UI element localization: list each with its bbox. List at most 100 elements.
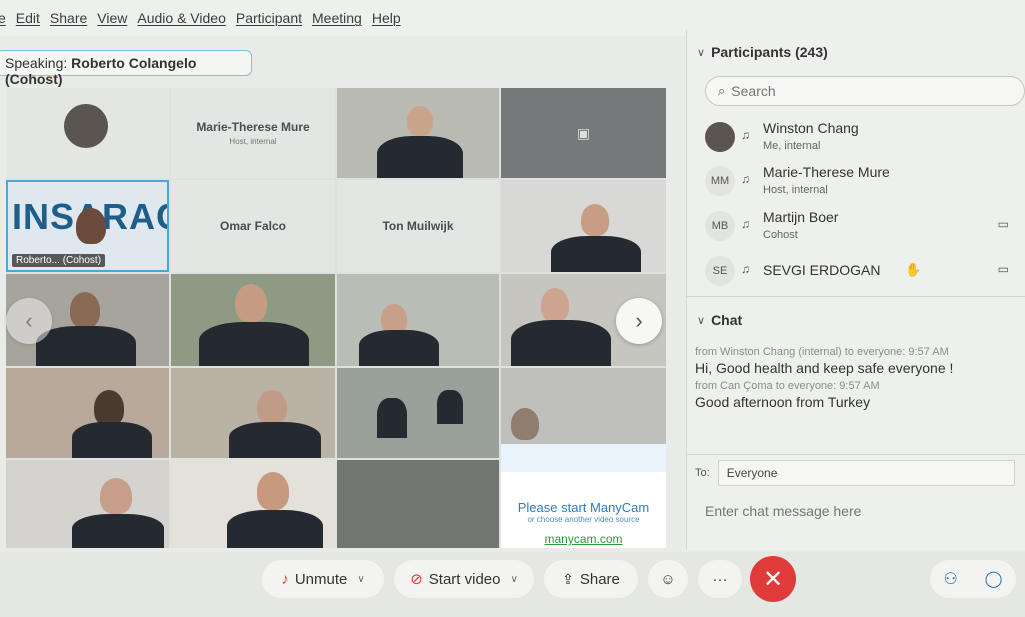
participant-name: Martijn Boer xyxy=(763,209,839,225)
smiley-icon: ☺ xyxy=(660,570,676,588)
search-input[interactable] xyxy=(731,83,992,99)
participant-search[interactable]: ⌕ xyxy=(705,76,1025,106)
video-tile-classroom[interactable] xyxy=(337,368,499,458)
participants-icon[interactable]: ⚇ xyxy=(943,569,957,589)
avatar xyxy=(64,104,108,148)
participant-name: SEVGI ERDOGAN xyxy=(763,262,881,278)
person-body xyxy=(199,322,309,366)
participant-row-winston[interactable]: ♫ Winston Chang Me, internal xyxy=(705,118,1025,162)
participant-row-martijn[interactable]: MB ♫ Martijn Boer Cohost ▭ xyxy=(705,207,1025,251)
divider xyxy=(687,454,1025,455)
to-label: To: xyxy=(695,467,710,479)
chat-recipient: To: Everyone xyxy=(695,460,1015,486)
participant-name: Winston Chang xyxy=(763,120,859,136)
video-tile-headset[interactable] xyxy=(337,274,499,366)
manycam-subtitle: or choose another video source xyxy=(527,515,640,524)
more-options-button[interactable]: ··· xyxy=(698,560,742,598)
person-body xyxy=(359,330,439,366)
prev-page-button[interactable]: ‹ xyxy=(6,298,52,344)
manycam-title: Please start ManyCam xyxy=(517,500,650,515)
start-video-label: Start video xyxy=(428,570,501,588)
video-tile-martijn[interactable] xyxy=(501,180,666,272)
person-head xyxy=(70,292,100,328)
video-tile-ton[interactable]: Ton Muilwijk xyxy=(337,180,499,272)
video-tile-manycam[interactable]: Please start ManyCam or choose another v… xyxy=(501,460,666,548)
person-head xyxy=(235,284,267,322)
person-body xyxy=(511,320,611,366)
person-head xyxy=(100,478,132,514)
recipient-select[interactable]: Everyone xyxy=(717,460,1015,486)
video-off-icon: ⊘ xyxy=(410,571,423,588)
person-head xyxy=(511,408,539,440)
video-tile-woman[interactable] xyxy=(6,368,169,458)
participant-row-marie[interactable]: MM ♫ Marie-Therese Mure Host, internal xyxy=(705,162,1025,206)
person-body xyxy=(377,136,463,178)
microphone-icon: ♫ xyxy=(741,217,750,231)
participants-header[interactable]: ∨ Participants (243) xyxy=(697,44,828,60)
participant-role: Me, internal xyxy=(763,140,821,152)
tile-role: Host, internal xyxy=(229,137,277,146)
person-body xyxy=(36,326,136,366)
participant-name: Marie-Therese Mure xyxy=(763,164,890,180)
video-tile-marie[interactable]: Marie-Therese Mure Host, internal xyxy=(171,88,335,178)
avatar: SE xyxy=(705,256,735,286)
person-head xyxy=(76,208,106,244)
video-tile-roberto[interactable]: INSARAG Roberto... (Cohost) xyxy=(6,180,169,272)
share-button[interactable]: ⇪ Share xyxy=(544,560,638,598)
chevron-left-icon: ‹ xyxy=(25,308,33,333)
chevron-down-icon[interactable]: ∨ xyxy=(357,574,364,585)
person-head xyxy=(407,106,433,136)
next-page-button[interactable]: › xyxy=(616,298,662,344)
menu-item-file[interactable]: e xyxy=(0,10,6,26)
person-body xyxy=(551,236,641,272)
menu-item-share[interactable]: Share xyxy=(50,10,87,26)
video-tile-winston[interactable] xyxy=(6,88,169,178)
speaking-indicator: Speaking: Roberto Colangelo (Cohost) xyxy=(0,50,252,87)
video-tile-omar[interactable]: Omar Falco xyxy=(171,180,335,272)
video-tile-gray-hair[interactable] xyxy=(171,368,335,458)
menu-item-audio-video[interactable]: Audio & Video xyxy=(137,10,225,26)
unmute-label: Unmute xyxy=(294,570,348,588)
panel-toggles: ⚇ ◯ xyxy=(930,560,1016,598)
unmute-button[interactable]: ♪ Unmute ∨ xyxy=(262,560,384,598)
search-icon: ⌕ xyxy=(718,83,726,98)
microphone-icon: ♫ xyxy=(741,262,750,276)
person-body xyxy=(72,422,152,458)
menu-item-participant[interactable]: Participant xyxy=(236,10,302,26)
menu-item-meeting[interactable]: Meeting xyxy=(312,10,362,26)
chat-header[interactable]: ∨ Chat xyxy=(697,312,742,328)
chat-input[interactable] xyxy=(705,500,1015,522)
person-body xyxy=(72,514,164,548)
participant-role: Cohost xyxy=(763,229,798,241)
start-video-button[interactable]: ⊘ Start video ∨ xyxy=(394,560,534,598)
menu-item-help[interactable]: Help xyxy=(372,10,401,26)
share-icon: ⇪ xyxy=(562,570,574,587)
avatar: MM xyxy=(705,166,735,196)
meeting-toolbar: ♪ Unmute ∨ ⊘ Start video ∨ ⇪ Share ☺ ···… xyxy=(0,552,1025,617)
close-icon: ✕ xyxy=(762,565,784,593)
video-tile-bald[interactable] xyxy=(6,460,169,548)
end-meeting-button[interactable]: ✕ xyxy=(750,556,796,602)
video-tile-young-man[interactable] xyxy=(171,460,335,548)
video-tile-blank[interactable] xyxy=(337,460,499,548)
reactions-button[interactable]: ☺ xyxy=(648,560,688,598)
chevron-down-icon[interactable]: ∨ xyxy=(510,574,517,585)
microphone-icon: ♫ xyxy=(741,172,750,186)
menu-item-view[interactable]: View xyxy=(97,10,127,26)
avatar: MB xyxy=(705,211,735,241)
participant-row-sevgi[interactable]: SE ♫ SEVGI ERDOGAN ✋ ▭ xyxy=(705,252,1025,296)
person-body xyxy=(377,398,407,438)
person-head xyxy=(257,390,287,424)
avatar xyxy=(705,122,735,152)
chat-message-meta: from Winston Chang (internal) to everyon… xyxy=(695,346,949,358)
video-tile-camera-off[interactable]: ▣ xyxy=(501,88,666,178)
manycam-link[interactable]: manycam.com xyxy=(544,532,622,546)
tile-name: Ton Muilwijk xyxy=(382,219,454,233)
menu-item-edit[interactable]: Edit xyxy=(16,10,40,26)
video-tile-officer-1[interactable] xyxy=(337,88,499,178)
chat-icon[interactable]: ◯ xyxy=(985,569,1003,589)
participants-title: Participants (243) xyxy=(711,44,828,60)
speaker-name-label: Roberto... (Cohost) xyxy=(12,254,106,267)
video-camera-icon: ▭ xyxy=(997,217,1009,231)
video-tile-officer-2[interactable] xyxy=(171,274,335,366)
